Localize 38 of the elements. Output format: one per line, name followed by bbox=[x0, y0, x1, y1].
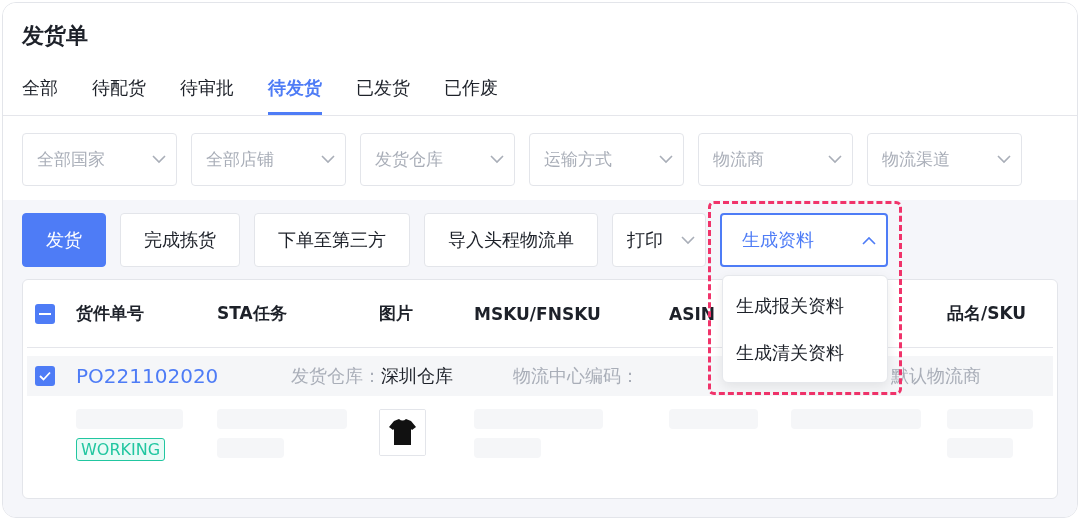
shipment-link[interactable]: PO221102020 bbox=[76, 364, 291, 388]
field-label: 发货仓库： bbox=[291, 364, 381, 388]
chevron-icon bbox=[862, 235, 876, 245]
status-tab[interactable]: 全部 bbox=[22, 71, 58, 115]
chevron-icon bbox=[490, 155, 504, 164]
minus-icon bbox=[39, 312, 51, 315]
chevron-icon bbox=[828, 155, 842, 164]
column-header: 货件单号 bbox=[76, 302, 144, 325]
dropdown-button[interactable]: 打印 bbox=[612, 213, 706, 267]
row-checkbox[interactable] bbox=[35, 366, 55, 386]
field-label: 物流中心编码： bbox=[513, 364, 639, 388]
column-header: 图片 bbox=[379, 302, 413, 325]
menu-item[interactable]: 生成报关资料 bbox=[723, 282, 887, 329]
column-header: MSKU/FNSKU bbox=[474, 303, 601, 324]
column-header: ASIN bbox=[669, 303, 715, 324]
action-button[interactable]: 完成拣货 bbox=[120, 213, 240, 267]
status-tag: WORKING bbox=[76, 438, 166, 461]
status-tab[interactable]: 待审批 bbox=[180, 71, 234, 115]
ship-button[interactable]: 发货 bbox=[22, 213, 106, 267]
field-value: 深圳仓库 bbox=[381, 364, 453, 388]
action-button[interactable]: 下单至第三方 bbox=[254, 213, 410, 267]
select-all-checkbox[interactable] bbox=[35, 303, 55, 324]
page-title: 发货单 bbox=[22, 22, 89, 50]
menu-item[interactable]: 生成清关资料 bbox=[723, 329, 887, 376]
chevron-icon bbox=[997, 155, 1011, 164]
status-tab[interactable]: 待配货 bbox=[92, 71, 146, 115]
status-tab[interactable]: 已作废 bbox=[444, 71, 498, 115]
check-icon bbox=[39, 371, 51, 381]
chevron-icon bbox=[659, 155, 673, 164]
column-header: STA任务 bbox=[217, 302, 287, 325]
status-tab[interactable]: 待发货 bbox=[268, 71, 322, 115]
chevron-icon bbox=[681, 235, 695, 245]
status-tab[interactable]: 已发货 bbox=[356, 71, 410, 115]
chevron-icon bbox=[321, 155, 335, 164]
dropdown-button[interactable]: 生成资料 bbox=[720, 213, 888, 267]
column-header: 品名/SKU bbox=[947, 302, 1027, 325]
action-button[interactable]: 导入头程物流单 bbox=[424, 213, 598, 267]
chevron-icon bbox=[152, 155, 166, 164]
